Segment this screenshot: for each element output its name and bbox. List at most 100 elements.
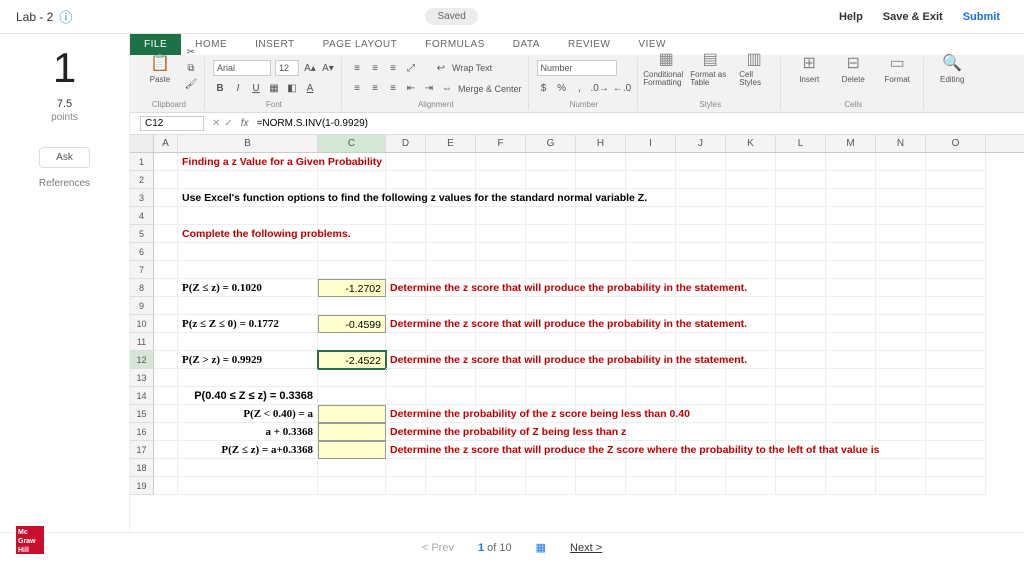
formula-input[interactable]: =NORM.S.INV(1-0.9929) — [253, 118, 1024, 129]
editing-button[interactable]: 🔍Editing — [932, 53, 972, 84]
col-header-e[interactable]: E — [426, 135, 476, 152]
row-header[interactable]: 14 — [130, 387, 154, 405]
row-header[interactable]: 19 — [130, 477, 154, 495]
paste-button[interactable]: 📋Paste — [140, 53, 180, 84]
align-center-icon[interactable]: ≡ — [368, 82, 382, 96]
submit-link[interactable]: Submit — [955, 11, 1008, 23]
row-header[interactable]: 10 — [130, 315, 154, 333]
row-header[interactable]: 11 — [130, 333, 154, 351]
row-header[interactable]: 12 — [130, 351, 154, 369]
font-name-select[interactable]: Arial — [213, 60, 271, 76]
tab-page-layout[interactable]: PAGE LAYOUT — [309, 34, 412, 55]
cell-d10[interactable]: Determine the z score that will produce … — [386, 315, 426, 333]
row-header[interactable]: 18 — [130, 459, 154, 477]
align-middle-icon[interactable]: ≡ — [368, 61, 382, 75]
grid-view-icon[interactable]: ▦ — [536, 541, 546, 554]
tab-review[interactable]: REVIEW — [554, 34, 624, 55]
col-header-g[interactable]: G — [526, 135, 576, 152]
cell-b12[interactable]: P(Z > z) = 0.9929 — [178, 351, 318, 369]
row-header[interactable]: 2 — [130, 171, 154, 189]
col-header-k[interactable]: K — [726, 135, 776, 152]
cell-c12[interactable]: -2.4522 — [318, 351, 386, 369]
increase-font-icon[interactable]: A▴ — [303, 61, 317, 75]
font-color-button[interactable]: A — [303, 82, 317, 96]
align-right-icon[interactable]: ≡ — [386, 82, 400, 96]
ask-button[interactable]: Ask — [39, 147, 90, 168]
help-link[interactable]: Help — [831, 11, 871, 23]
col-header-i[interactable]: I — [626, 135, 676, 152]
row-header[interactable]: 7 — [130, 261, 154, 279]
col-header-c[interactable]: C — [318, 135, 386, 152]
fx-icon[interactable]: fx — [237, 118, 253, 129]
tab-formulas[interactable]: FORMULAS — [411, 34, 499, 55]
row-header[interactable]: 1 — [130, 153, 154, 171]
indent-increase-icon[interactable]: ⇥ — [422, 82, 436, 96]
row-header[interactable]: 13 — [130, 369, 154, 387]
cell-b5[interactable]: Complete the following problems. — [178, 225, 318, 243]
border-button[interactable]: ▦ — [267, 82, 281, 96]
col-header-n[interactable]: N — [876, 135, 926, 152]
currency-icon[interactable]: $ — [537, 82, 551, 96]
spreadsheet-grid[interactable]: 1 Finding a z Value for a Given Probabili… — [130, 153, 1024, 495]
number-format-select[interactable]: Number — [537, 60, 617, 76]
row-header[interactable]: 8 — [130, 279, 154, 297]
col-header-j[interactable]: J — [676, 135, 726, 152]
decrease-font-icon[interactable]: A▾ — [321, 61, 335, 75]
cell-c10[interactable]: -0.4599 — [318, 315, 386, 333]
tab-insert[interactable]: INSERT — [241, 34, 309, 55]
percent-icon[interactable]: % — [555, 82, 569, 96]
orientation-icon[interactable]: ⤢ — [404, 61, 418, 75]
cut-icon[interactable]: ✂ — [184, 45, 198, 59]
comma-icon[interactable]: , — [573, 82, 587, 96]
underline-button[interactable]: U — [249, 82, 263, 96]
row-header[interactable]: 4 — [130, 207, 154, 225]
cell-d8[interactable]: Determine the z score that will produce … — [386, 279, 426, 297]
col-header-b[interactable]: B — [178, 135, 318, 152]
cell-b1[interactable]: Finding a z Value for a Given Probabilit… — [178, 153, 318, 171]
row-header[interactable]: 3 — [130, 189, 154, 207]
cell-b8[interactable]: P(Z ≤ z) = 0.1020 — [178, 279, 318, 297]
row-header[interactable]: 6 — [130, 243, 154, 261]
italic-button[interactable]: I — [231, 82, 245, 96]
cancel-formula-icon[interactable]: ✕ — [212, 118, 220, 129]
align-bottom-icon[interactable]: ≡ — [386, 61, 400, 75]
row-header[interactable]: 16 — [130, 423, 154, 441]
cell-styles-button[interactable]: ▥Cell Styles — [734, 49, 774, 87]
cell-b16[interactable]: a + 0.3368 — [178, 423, 318, 441]
col-header-m[interactable]: M — [826, 135, 876, 152]
merge-icon[interactable]: ⇔ — [440, 82, 454, 96]
tab-data[interactable]: DATA — [499, 34, 554, 55]
wrap-text-icon[interactable]: ↩ — [434, 61, 448, 75]
cell-d12[interactable]: Determine the z score that will produce … — [386, 351, 426, 369]
align-top-icon[interactable]: ≡ — [350, 61, 364, 75]
cell-d15[interactable]: Determine the probability of the z score… — [386, 405, 426, 423]
wrap-text-label[interactable]: Wrap Text — [452, 63, 492, 73]
col-header-o[interactable]: O — [926, 135, 986, 152]
format-cells-button[interactable]: ▭Format — [877, 53, 917, 84]
align-left-icon[interactable]: ≡ — [350, 82, 364, 96]
indent-decrease-icon[interactable]: ⇤ — [404, 82, 418, 96]
cell-b3[interactable]: Use Excel's function options to find the… — [178, 189, 318, 207]
col-header-h[interactable]: H — [576, 135, 626, 152]
prev-button[interactable]: < Prev — [422, 542, 454, 554]
cell-c15[interactable] — [318, 405, 386, 423]
cell-c8[interactable]: -1.2702 — [318, 279, 386, 297]
copy-icon[interactable]: ⧉ — [184, 61, 198, 75]
name-box[interactable]: C12 — [140, 116, 204, 131]
col-header-f[interactable]: F — [476, 135, 526, 152]
cell-d16[interactable]: Determine the probability of Z being les… — [386, 423, 426, 441]
cell-b14[interactable]: P(0.40 ≤ Z ≤ z) = 0.3368 — [178, 387, 318, 405]
save-exit-link[interactable]: Save & Exit — [875, 11, 951, 23]
format-as-table-button[interactable]: ▤Format as Table — [690, 49, 730, 87]
fill-color-button[interactable]: ◧ — [285, 82, 299, 96]
cell-c17[interactable] — [318, 441, 386, 459]
row-header[interactable]: 5 — [130, 225, 154, 243]
select-all-corner[interactable] — [130, 135, 154, 152]
delete-cells-button[interactable]: ⊟Delete — [833, 53, 873, 84]
format-painter-icon[interactable]: 🖌 — [184, 77, 198, 91]
references-link[interactable]: References — [39, 178, 90, 189]
cell-d17[interactable]: Determine the z score that will produce … — [386, 441, 426, 459]
next-button[interactable]: Next > — [570, 542, 602, 554]
enter-formula-icon[interactable]: ✓ — [224, 118, 232, 129]
info-icon[interactable]: ⓘ — [59, 7, 72, 26]
